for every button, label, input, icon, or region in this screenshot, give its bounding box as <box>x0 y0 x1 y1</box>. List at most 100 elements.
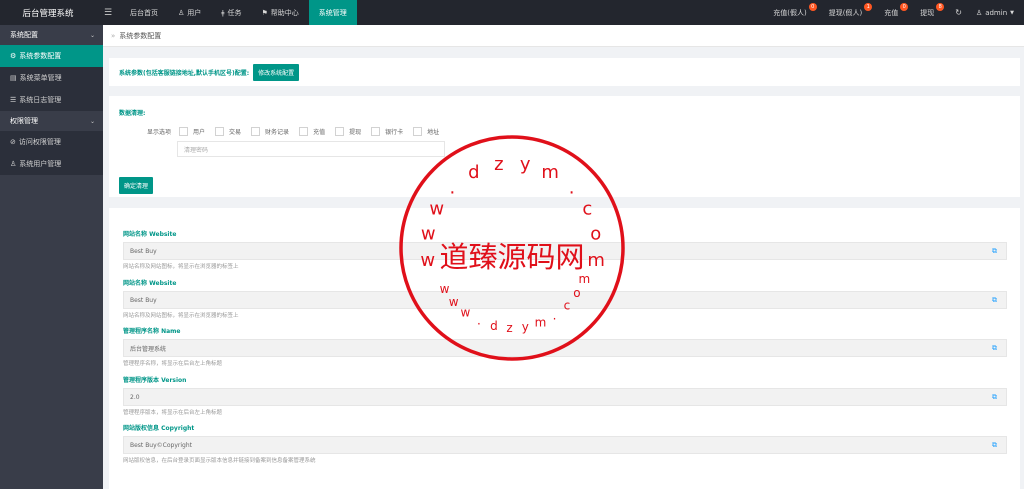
field-value: Best Buy <box>130 296 157 304</box>
copyright-input[interactable]: Best Buy©Copyright ⧉ <box>123 436 1007 454</box>
option-label: 地址 <box>427 129 440 136</box>
sidebar-item-menu-manage[interactable]: ▤ 系统菜单管理 <box>0 67 103 89</box>
config-card: 系统参数(包括客服链接地址,默认手机区号)配置: 修改系统配置 <box>109 58 1020 86</box>
chevron-down-icon: ▼ <box>1010 9 1014 16</box>
task-icon: ǂ <box>221 8 225 17</box>
field-website-name-2: 网站名称 Website Best Buy ⧉ 网站名称及网站图标，将显示在浏览器… <box>123 278 1007 319</box>
checkbox[interactable] <box>215 127 225 136</box>
app-name-input[interactable]: 后台管理系统 ⧉ <box>123 339 1007 357</box>
sidebar-item-system-users[interactable]: ♙ 系统用户管理 <box>0 153 103 175</box>
cleanup-title: 数据清理: <box>119 110 146 117</box>
website-name-input[interactable]: Best Buy ⧉ <box>123 242 1007 260</box>
sidebar-group-label: 权限管理 <box>10 117 38 125</box>
copy-icon[interactable]: ⧉ <box>992 393 1000 401</box>
withdraw-fake-label: 提现(假人) <box>828 8 863 17</box>
cleanup-options: 显示选项 用户 交易 财务记录 充值 提现 银行卡 地址 <box>147 127 443 136</box>
topnav-home[interactable]: 后台首页 <box>120 0 168 25</box>
copy-icon[interactable]: ⧉ <box>992 296 1000 304</box>
field-app-version: 管理程序版本 Version 2.0 ⧉ 管理程序版本，将显示在后台左上角标题 <box>123 375 1007 416</box>
refresh-icon[interactable]: ↻ <box>945 8 972 17</box>
input-placeholder: 清理密码 <box>184 146 209 154</box>
recharge-fake-link[interactable]: 充值(假人) 0 <box>762 0 817 25</box>
app-version-input[interactable]: 2.0 ⧉ <box>123 388 1007 406</box>
sidebar-item-label: 系统日志管理 <box>19 96 62 104</box>
edit-config-button[interactable]: 修改系统配置 <box>253 63 300 81</box>
option-trades[interactable]: 交易 <box>215 127 241 136</box>
copy-icon[interactable]: ⧉ <box>992 247 1000 255</box>
copy-icon[interactable]: ⧉ <box>992 441 1000 449</box>
menu-toggle-icon[interactable]: ☰ <box>96 8 120 18</box>
sidebar-item-log-manage[interactable]: ☰ 系统日志管理 <box>0 89 103 111</box>
field-value: 后台管理系统 <box>130 345 167 353</box>
breadcrumb: » 系统参数配置 <box>103 25 1024 47</box>
breadcrumb-separator-icon: » <box>111 31 116 40</box>
username: admin <box>985 8 1008 17</box>
field-description: 管理程序版本，将显示在后台左上角标题 <box>123 410 223 416</box>
recharge-label: 充值 <box>884 8 899 17</box>
copy-icon[interactable]: ⧉ <box>992 344 1000 352</box>
option-label: 充值 <box>313 129 326 136</box>
withdraw-fake-link[interactable]: 提现(假人) 1 <box>818 0 873 25</box>
gear-icon: ⚙ <box>10 52 17 60</box>
confirm-cleanup-button[interactable]: 确定清理 <box>119 177 154 194</box>
topnav-home-label: 后台首页 <box>130 8 158 17</box>
user-icon: ♙ <box>975 8 983 17</box>
checkbox[interactable] <box>299 127 309 136</box>
main-content: » 系统参数配置 系统参数(包括客服链接地址,默认手机区号)配置: 修改系统配置… <box>103 25 1024 489</box>
checkbox[interactable] <box>179 127 189 136</box>
checkbox[interactable] <box>371 127 381 136</box>
field-value: 2.0 <box>130 393 140 401</box>
option-bankcard[interactable]: 银行卡 <box>371 127 403 136</box>
sidebar-item-access-permission[interactable]: ⊘ 访问权限管理 <box>0 131 103 153</box>
withdraw-link[interactable]: 提现 8 <box>909 0 945 25</box>
site-settings-card: 网站名称 Website Best Buy ⧉ 网站名称及网站图标，将显示在浏览器… <box>109 208 1020 489</box>
checkbox[interactable] <box>251 127 261 136</box>
topnav-system[interactable]: 系统管理 <box>308 0 357 25</box>
field-app-name: 管理程序名称 Name 后台管理系统 ⧉ 管理程序名称，将显示在后台左上角标题 <box>123 326 1007 367</box>
cleanup-card: 数据清理: 显示选项 用户 交易 财务记录 充值 提现 银行卡 地址 清理密码 … <box>109 96 1020 197</box>
app-title: 后台管理系统 <box>0 0 96 25</box>
checkbox[interactable] <box>335 127 345 136</box>
user-menu[interactable]: ♙ admin ▼ <box>972 9 1024 17</box>
sidebar-submenu: ⚙ 系统参数配置 ▤ 系统菜单管理 ☰ 系统日志管理 <box>0 45 103 111</box>
checkbox[interactable] <box>413 127 423 136</box>
sidebar-group-config[interactable]: 系统配置 ⌄ <box>0 25 103 45</box>
field-label: 网站版权信息 Copyright <box>123 425 195 432</box>
top-bar: 后台管理系统 ☰ 后台首页 ♙ 用户 ǂ 任务 ⚑ 帮助中心 系统管理 充值(假人) 0… <box>0 0 1024 25</box>
top-nav: 后台首页 ♙ 用户 ǂ 任务 ⚑ 帮助中心 系统管理 <box>120 0 357 25</box>
flag-icon: ⚑ <box>261 8 268 17</box>
option-users[interactable]: 用户 <box>179 127 205 136</box>
field-description: 网站名称及网站图标，将显示在浏览器的标签上 <box>123 264 239 270</box>
option-finance[interactable]: 财务记录 <box>251 127 289 136</box>
field-label: 管理程序版本 Version <box>123 377 187 384</box>
option-label: 提现 <box>349 129 362 136</box>
field-label: 网站名称 Website <box>123 231 177 238</box>
sidebar-item-system-params[interactable]: ⚙ 系统参数配置 <box>0 45 103 67</box>
website-name-input-2[interactable]: Best Buy ⧉ <box>123 291 1007 309</box>
topnav-system-label: 系统管理 <box>318 8 347 17</box>
options-label: 显示选项 <box>147 129 172 136</box>
sidebar-submenu: ⊘ 访问权限管理 ♙ 系统用户管理 <box>0 131 103 175</box>
breadcrumb-current: 系统参数配置 <box>119 31 162 40</box>
sidebar-item-label: 系统参数配置 <box>19 52 62 60</box>
field-label: 管理程序名称 Name <box>123 328 181 335</box>
topnav-help[interactable]: ⚑ 帮助中心 <box>252 0 309 25</box>
chevron-down-icon: ⌄ <box>89 117 95 125</box>
option-address[interactable]: 地址 <box>413 127 439 136</box>
cleanup-password-input[interactable]: 清理密码 <box>177 141 445 157</box>
option-label: 财务记录 <box>265 129 290 136</box>
user-icon: ♙ <box>10 160 17 168</box>
notification-badge: 1 <box>864 3 873 11</box>
option-recharge[interactable]: 充值 <box>299 127 325 136</box>
recharge-link[interactable]: 充值 0 <box>873 0 909 25</box>
field-value: Best Buy <box>130 247 157 255</box>
notification-badge: 0 <box>808 3 817 11</box>
topnav-tasks[interactable]: ǂ 任务 <box>211 0 251 25</box>
field-value: Best Buy©Copyright <box>130 441 192 449</box>
user-icon: ♙ <box>178 8 185 17</box>
topnav-tasks-label: 任务 <box>227 8 242 17</box>
field-copyright: 网站版权信息 Copyright Best Buy©Copyright ⧉ 网站版… <box>123 423 1007 464</box>
option-withdraw[interactable]: 提现 <box>335 127 361 136</box>
topnav-users[interactable]: ♙ 用户 <box>168 0 211 25</box>
sidebar-group-permission[interactable]: 权限管理 ⌄ <box>0 111 103 131</box>
